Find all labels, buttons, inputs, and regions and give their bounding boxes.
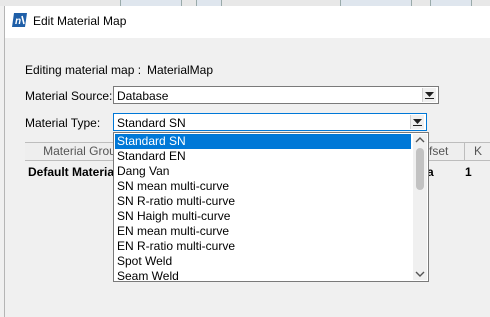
material-type-dropdown-list[interactable]: Standard SN Standard EN Dang Van SN mean…	[113, 132, 429, 282]
material-source-value: Database	[117, 89, 169, 103]
scroll-down-arrow-icon[interactable]	[413, 268, 427, 280]
svg-text:n: n	[15, 16, 21, 27]
dialog-title: Edit Material Map	[33, 14, 127, 28]
dropdown-scrollbar[interactable]	[413, 134, 427, 280]
chevron-down-icon[interactable]	[422, 88, 436, 102]
material-source-select[interactable]: Database	[113, 86, 439, 104]
chevron-down-icon[interactable]	[410, 115, 424, 129]
material-group-cell: Default Materia	[28, 165, 115, 179]
scrollbar-thumb[interactable]	[416, 148, 424, 190]
dropdown-option[interactable]: Seam Weld	[115, 269, 411, 281]
dropdown-option[interactable]: SN Haigh multi-curve	[115, 209, 411, 224]
material-type-select[interactable]: Standard SN	[113, 113, 427, 131]
title-bar[interactable]: n Edit Material Map	[5, 6, 490, 38]
column-header-offset[interactable]: fset	[425, 143, 465, 160]
column-header-k[interactable]: K	[465, 143, 490, 160]
dropdown-option[interactable]: Spot Weld	[115, 254, 411, 269]
dropdown-option[interactable]: Standard SN	[115, 134, 411, 149]
material-source-label: Material Source:	[25, 89, 113, 103]
dropdown-option[interactable]: EN R-ratio multi-curve	[115, 239, 411, 254]
material-type-value: Standard SN	[117, 116, 186, 130]
dropdown-option[interactable]: EN mean multi-curve	[115, 224, 411, 239]
dropdown-option[interactable]: Dang Van	[115, 164, 411, 179]
editing-label: Editing material map :	[25, 63, 142, 77]
dropdown-option[interactable]: SN mean multi-curve	[115, 179, 411, 194]
k-cell: 1	[465, 165, 472, 179]
dropdown-option[interactable]: SN R-ratio multi-curve	[115, 194, 411, 209]
app-logo-icon: n	[11, 12, 29, 28]
material-map-name: MaterialMap	[147, 63, 214, 77]
scroll-up-arrow-icon[interactable]	[413, 134, 427, 146]
material-type-label: Material Type:	[25, 116, 101, 130]
dropdown-option[interactable]: Standard EN	[115, 149, 411, 164]
